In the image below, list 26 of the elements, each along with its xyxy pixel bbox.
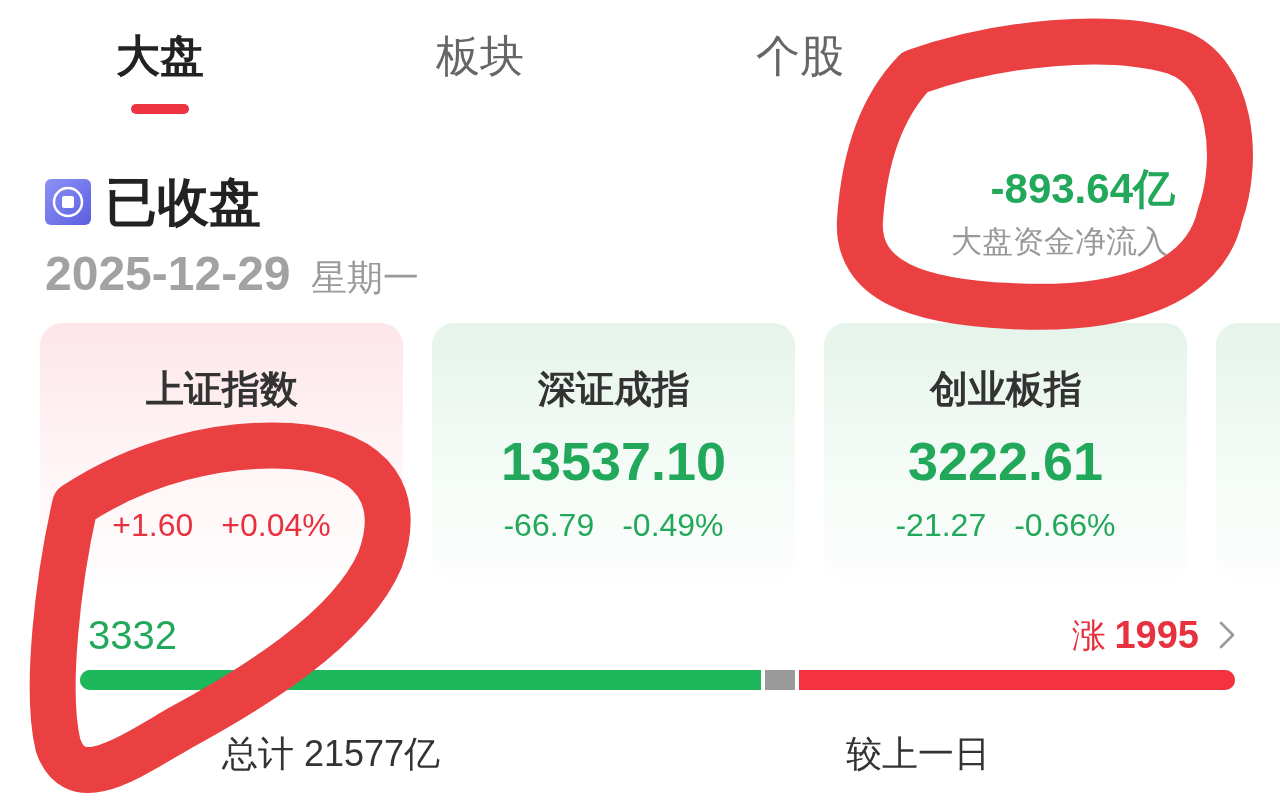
stop-icon — [45, 179, 91, 225]
net-flow-label: 大盘资金净流入 — [951, 223, 1168, 261]
trade-date: 2025-12-29 — [45, 247, 291, 301]
index-value: 3222.61 — [907, 431, 1104, 491]
index-percent: -0.49% — [622, 506, 724, 545]
tab[interactable]: 大盘 — [106, 0, 214, 118]
index-name: 上证指数 — [145, 368, 298, 410]
market-status: 已收盘 — [105, 173, 261, 231]
weekday: 星期一 — [310, 256, 419, 300]
tab[interactable]: 个股 — [746, 0, 854, 118]
index-percent: +0.04% — [221, 506, 331, 545]
index-change: -21.27 — [895, 506, 987, 545]
index-percent: -0.66% — [1014, 506, 1116, 545]
index-name: 创业板指 — [929, 368, 1082, 410]
index-name: 深证成指 — [537, 368, 690, 410]
tab[interactable]: 板块 — [426, 0, 534, 118]
compare-label: 较上一日 — [846, 732, 990, 776]
advance-label: 涨 — [1072, 615, 1107, 656]
turnover-total: 总计 21577亿 — [222, 732, 441, 776]
index-change: +1.60 — [112, 506, 194, 545]
index-value: 13537.10 — [500, 431, 727, 491]
index-change: -66.79 — [503, 506, 595, 545]
net-flow-value: -893.64亿 — [990, 165, 1175, 213]
chevron-right-icon[interactable] — [1219, 621, 1235, 649]
advance-count: 1995 — [1114, 613, 1199, 658]
decline-count: 3332 — [88, 612, 177, 658]
